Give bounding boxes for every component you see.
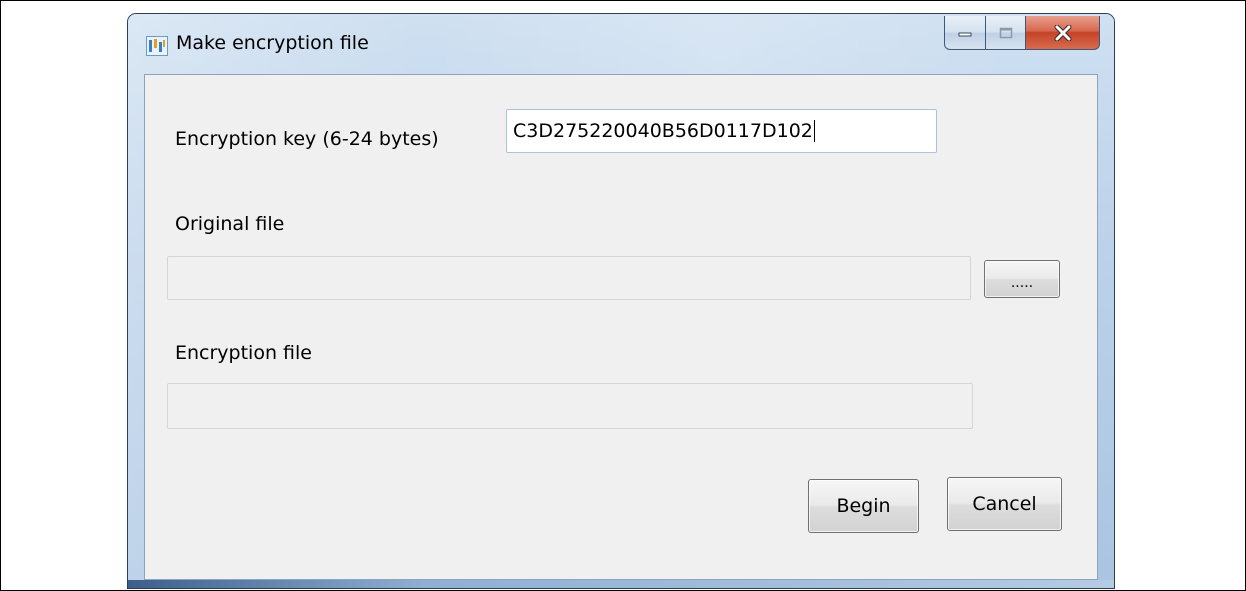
- window-title: Make encryption file: [176, 32, 369, 54]
- minimize-icon: [958, 32, 972, 36]
- maximize-button[interactable]: [986, 16, 1026, 50]
- encryption-key-label: Encryption key (6-24 bytes): [175, 128, 439, 150]
- dialog-client-area: Encryption key (6-24 bytes) C3D275220040…: [144, 74, 1098, 580]
- original-file-label: Original file: [175, 213, 285, 235]
- minimize-button[interactable]: [944, 16, 986, 50]
- original-file-input[interactable]: [167, 256, 971, 300]
- close-icon: [1054, 24, 1071, 41]
- encryption-file-label: Encryption file: [175, 342, 312, 364]
- dialog-window: Make encryption file Encryption key (6-2…: [128, 14, 1114, 588]
- caption-buttons: [944, 16, 1100, 52]
- text-caret: [813, 120, 815, 142]
- encryption-key-input[interactable]: C3D275220040B56D0117D102: [506, 109, 937, 153]
- app-icon: [146, 36, 168, 56]
- browse-button[interactable]: .....: [984, 260, 1060, 298]
- encryption-key-value: C3D275220040B56D0117D102: [513, 120, 813, 142]
- window-bottom-edge: [128, 580, 1114, 588]
- encryption-file-input[interactable]: [167, 383, 973, 429]
- title-bar[interactable]: Make encryption file: [128, 14, 1114, 74]
- cancel-button[interactable]: Cancel: [947, 477, 1062, 531]
- close-button[interactable]: [1026, 16, 1100, 50]
- maximize-icon: [999, 27, 1012, 38]
- begin-button[interactable]: Begin: [808, 479, 919, 533]
